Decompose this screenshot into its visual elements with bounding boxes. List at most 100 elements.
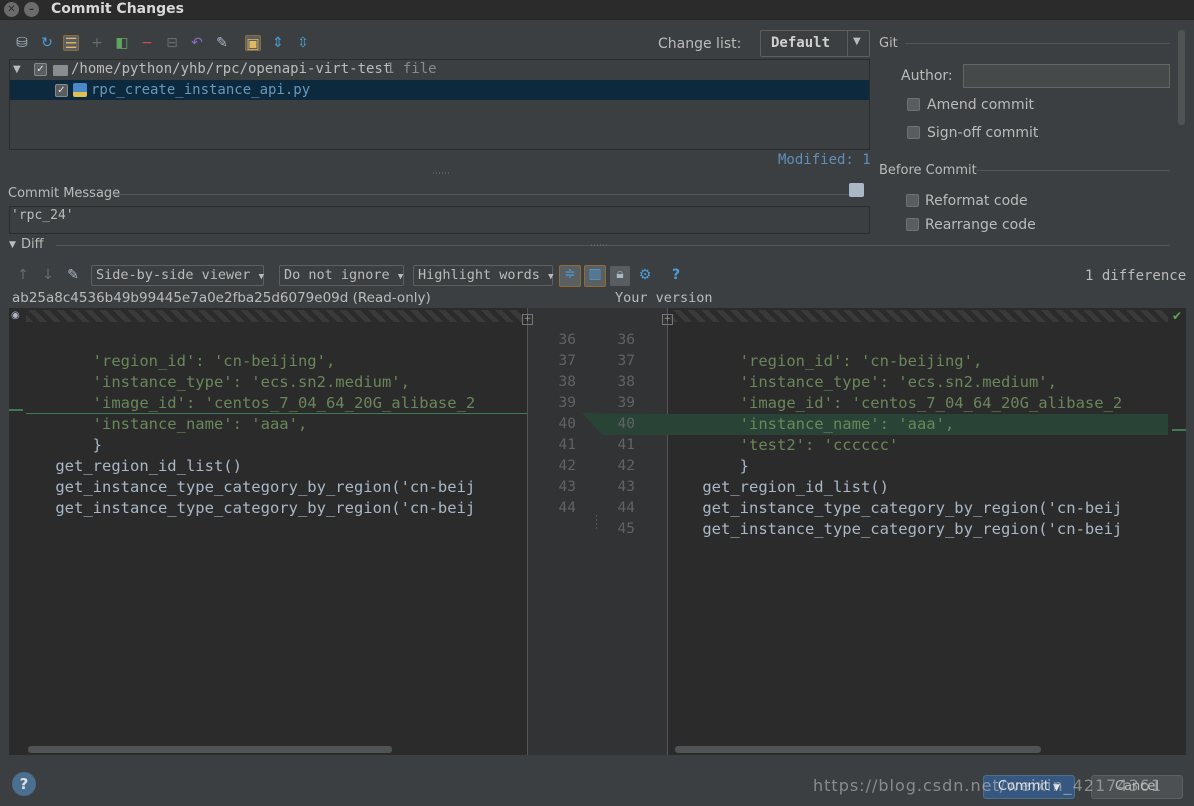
- line-number: 36: [558, 332, 576, 348]
- line-number: 36: [617, 332, 635, 348]
- line-number: 41: [558, 437, 576, 453]
- divider: [527, 308, 528, 755]
- watermark: https://blog.csdn.net/weixin_42174361: [813, 776, 1163, 795]
- help-button[interactable]: ?: [12, 772, 36, 796]
- revert-icon[interactable]: ↶: [189, 35, 205, 51]
- line-number: 42: [558, 458, 576, 474]
- divider: [112, 194, 850, 195]
- viewer-select[interactable]: Side-by-side viewer ▼: [91, 265, 264, 286]
- code-line: 'instance_name': 'aaa',: [739, 415, 955, 433]
- signoff-checkbox[interactable]: [907, 126, 920, 139]
- sync-scroll-icon[interactable]: ≑: [559, 265, 581, 287]
- expand-fold-icon[interactable]: +: [662, 314, 673, 325]
- difference-count: 1 difference: [1085, 268, 1187, 284]
- chevron-down-icon: ▼: [258, 272, 264, 282]
- help-icon[interactable]: ?: [668, 267, 684, 283]
- root-path[interactable]: /home/python/yhb/rpc/openapi-virt-test: [71, 61, 391, 77]
- line-number: 43: [617, 479, 635, 495]
- divider: [977, 170, 1170, 171]
- code-line: 'region_id': 'cn-beijing',: [739, 352, 983, 370]
- add-icon[interactable]: +: [89, 35, 105, 51]
- eye-icon[interactable]: ◉: [11, 310, 20, 321]
- right-panel-scrollbar[interactable]: [1178, 30, 1185, 125]
- line-number: 45: [617, 521, 635, 537]
- splitter-handle[interactable]: ⋯⋯: [590, 241, 608, 251]
- python-file-icon: [73, 83, 87, 97]
- vcs-icon[interactable]: ◧: [114, 35, 130, 51]
- code-line: get_instance_type_category_by_region('cn…: [55, 478, 476, 496]
- commit-message-input[interactable]: 'rpc_24': [9, 206, 870, 234]
- left-horizontal-scrollbar[interactable]: [28, 746, 392, 753]
- prev-diff-icon[interactable]: ↑: [15, 267, 31, 283]
- line-number: 38: [558, 374, 576, 390]
- line-number: 43: [558, 479, 576, 495]
- root-count: 1 file: [386, 61, 437, 77]
- line-number: 44: [558, 500, 576, 516]
- highlight-select[interactable]: Highlight words ▼: [413, 265, 553, 286]
- collapse-icon[interactable]: ⇳: [295, 35, 311, 51]
- expand-icon[interactable]: ⇕: [270, 35, 286, 51]
- author-label: Author:: [901, 68, 953, 84]
- code-line: }: [92, 436, 102, 454]
- line-number: 37: [558, 353, 576, 369]
- window-title: Commit Changes: [51, 1, 184, 17]
- reformat-checkbox[interactable]: [906, 194, 919, 207]
- rearrange-checkbox[interactable]: [906, 218, 919, 231]
- right-line-numbers: 36 37 38 39 40 41 42 43 44 45: [605, 330, 635, 540]
- line-number: 39: [617, 395, 635, 411]
- splitter-handle[interactable]: · · · ·: [595, 513, 598, 534]
- line-number: 39: [558, 395, 576, 411]
- splitter-handle[interactable]: ⋯⋯: [432, 169, 450, 179]
- signoff-label[interactable]: Sign-off commit: [927, 125, 1038, 141]
- rearrange-label[interactable]: Rearrange code: [925, 217, 1036, 233]
- folder-icon[interactable]: ▣: [245, 35, 261, 52]
- expand-arrow-icon[interactable]: ▼: [13, 64, 21, 75]
- close-icon[interactable]: ✕: [4, 2, 19, 17]
- columns-icon[interactable]: ▥: [584, 265, 606, 287]
- code-line: get_region_id_list(): [55, 457, 242, 475]
- left-code[interactable]: 'region_id': 'cn-beijing', 'instance_typ…: [18, 330, 522, 540]
- code-line: 'image_id': 'centos_7_04_64_20G_alibase_…: [92, 394, 476, 412]
- amend-label[interactable]: Amend commit: [927, 97, 1034, 113]
- commit-message-text: 'rpc_24': [11, 208, 74, 223]
- minimize-icon[interactable]: –: [24, 2, 39, 17]
- right-code[interactable]: 'region_id': 'cn-beijing', 'instance_typ…: [665, 330, 1168, 561]
- next-diff-icon[interactable]: ↓: [40, 267, 56, 283]
- code-line: 'instance_type': 'ecs.sn2.medium',: [739, 373, 1057, 391]
- edit-source-icon[interactable]: ✎: [65, 267, 81, 283]
- history-icon[interactable]: [849, 183, 864, 197]
- check-icon: ✔: [1172, 309, 1183, 323]
- remove-icon[interactable]: −: [139, 35, 155, 51]
- file-checkbox[interactable]: ✓: [55, 84, 68, 97]
- divider: [905, 43, 1170, 44]
- line-number: 41: [617, 437, 635, 453]
- combo-divider: [847, 31, 848, 56]
- refresh-icon[interactable]: ↻: [39, 35, 55, 51]
- file-name[interactable]: rpc_create_instance_api.py: [91, 82, 310, 98]
- lock-icon[interactable]: 🔒︎: [610, 266, 630, 286]
- expand-fold-icon[interactable]: +: [522, 314, 533, 325]
- edit-icon[interactable]: ✎: [214, 35, 230, 51]
- git-section-title: Git: [879, 36, 898, 51]
- folder-icon: [53, 65, 68, 76]
- gear-icon[interactable]: ⚙: [637, 267, 653, 283]
- modified-count: Modified: 1: [778, 152, 871, 168]
- right-change-marker: [1172, 429, 1186, 431]
- diff-section-title: Diff: [21, 237, 44, 252]
- folded-region-right: [671, 310, 1168, 322]
- code-line: 'instance_name': 'aaa',: [92, 415, 308, 433]
- change-list-select[interactable]: Default ▼: [760, 30, 870, 57]
- amend-checkbox[interactable]: [907, 98, 920, 111]
- shelf-icon[interactable]: ⛁: [14, 35, 30, 51]
- ignore-select[interactable]: Do not ignore ▼: [279, 265, 404, 286]
- highlight-value: Highlight words: [418, 267, 540, 283]
- code-line: 'image_id': 'centos_7_04_64_20G_alibase_…: [739, 394, 1123, 412]
- author-input[interactable]: [963, 64, 1170, 88]
- right-horizontal-scrollbar[interactable]: [675, 746, 1041, 753]
- line-number: 38: [617, 374, 635, 390]
- group-icon[interactable]: ☰: [63, 35, 79, 52]
- diff-icon[interactable]: ⊟: [164, 35, 180, 51]
- reformat-label[interactable]: Reformat code: [925, 193, 1028, 209]
- collapse-arrow-icon[interactable]: ▼: [9, 240, 16, 250]
- root-checkbox[interactable]: ✓: [34, 63, 47, 76]
